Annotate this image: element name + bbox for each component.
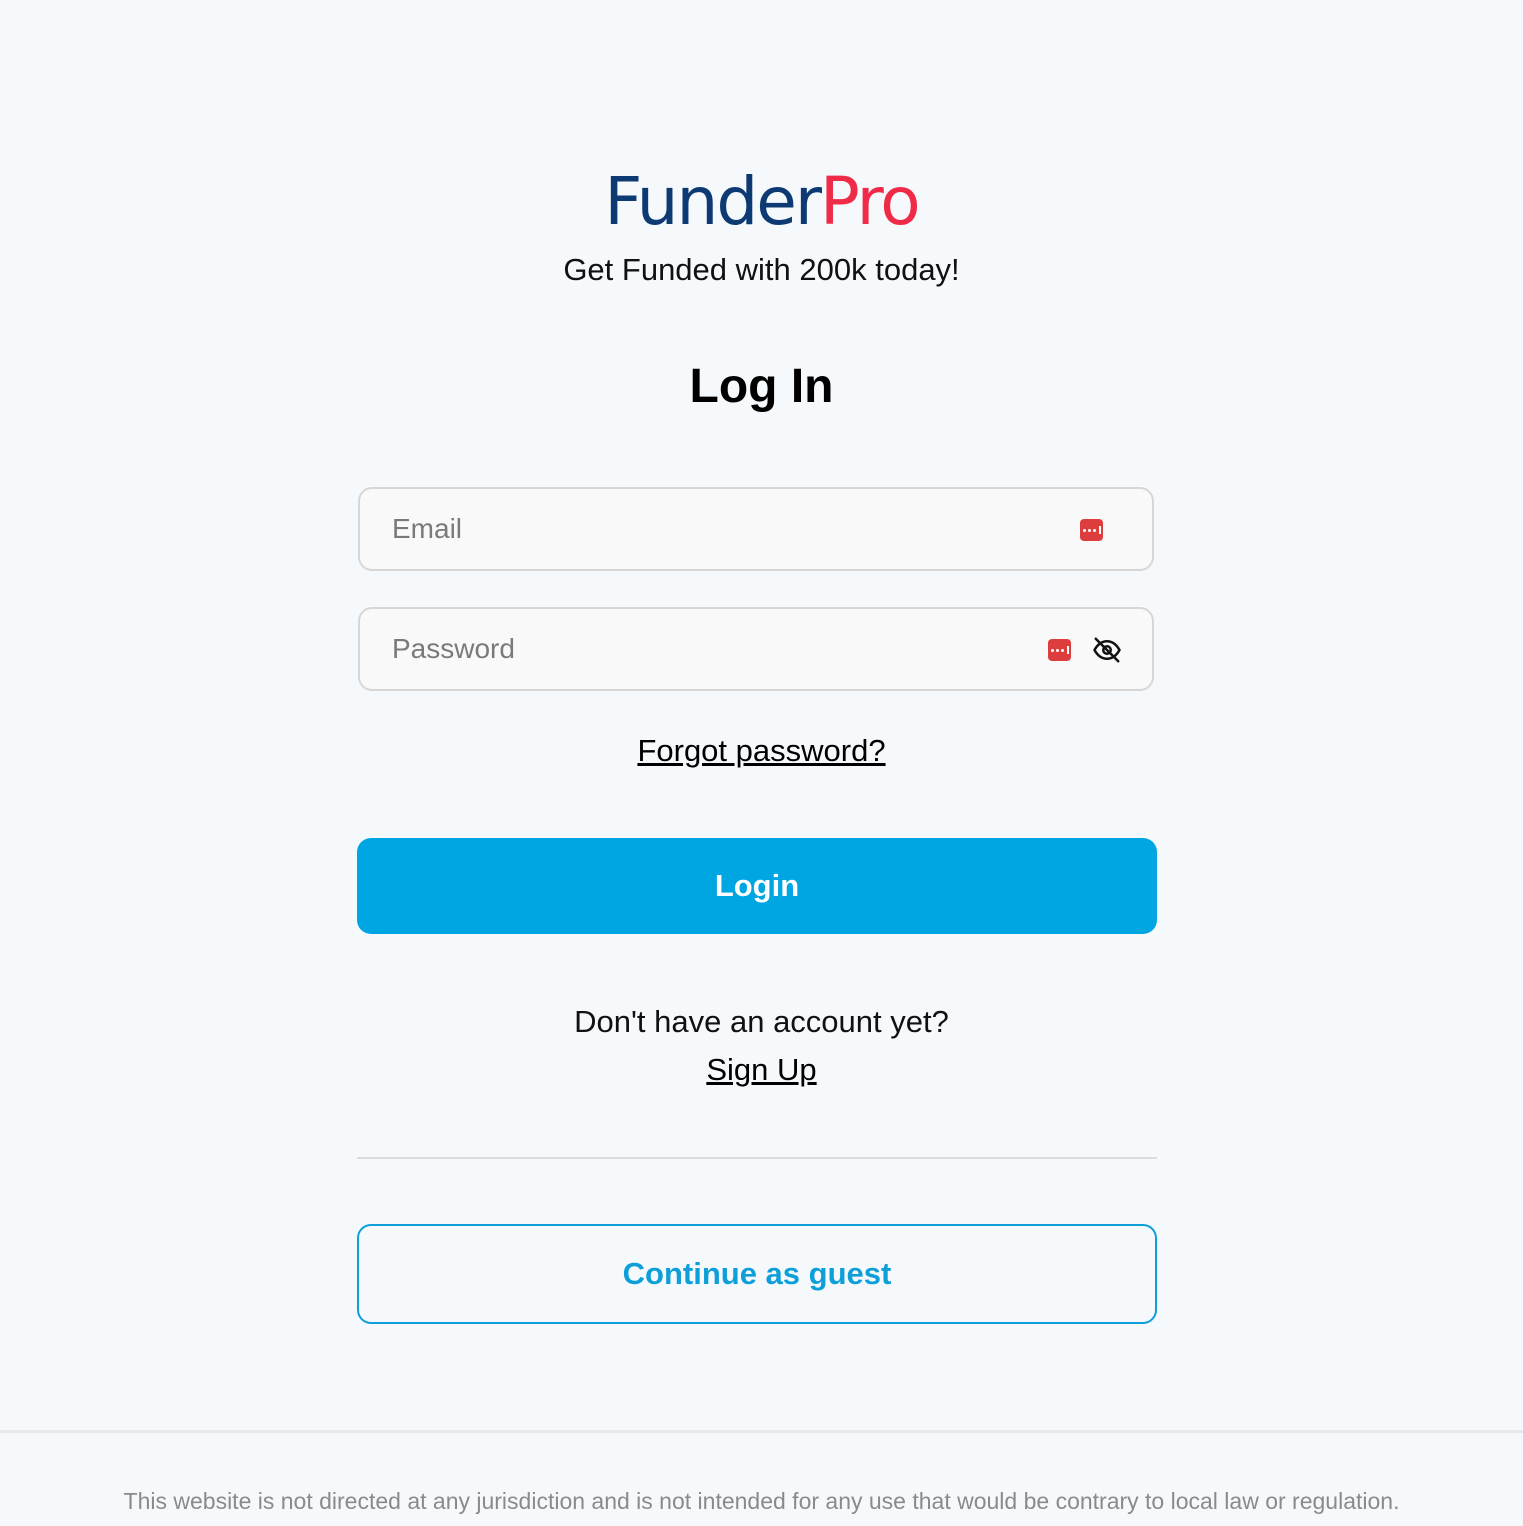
password-input[interactable] (392, 609, 1032, 689)
tagline: Get Funded with 200k today! (563, 252, 960, 287)
password-manager-icon[interactable] (1048, 639, 1071, 661)
email-field-container (358, 487, 1154, 571)
brand-logo: FunderPro (0, 158, 1523, 246)
password-manager-icon[interactable] (1080, 519, 1103, 541)
continue-as-guest-button[interactable]: Continue as guest (357, 1224, 1157, 1324)
footer-disclaimer: This website is not directed at any juri… (123, 1488, 1400, 1514)
divider (357, 1157, 1157, 1159)
brand-name-funder: Funder (604, 163, 822, 240)
login-button[interactable]: Login (357, 838, 1157, 934)
brand-name-pro: Pro (819, 163, 921, 240)
forgot-password-row: Forgot password? (0, 731, 1523, 771)
signup-prompt: Don't have an account yet? (574, 1004, 949, 1039)
eye-slash-icon[interactable] (1092, 635, 1122, 665)
password-field-container (358, 607, 1154, 691)
forgot-password-link[interactable]: Forgot password? (637, 733, 885, 768)
signup-link[interactable]: Sign Up (706, 1052, 816, 1087)
signup-row: Sign Up (0, 1050, 1523, 1090)
email-input[interactable] (392, 489, 1032, 569)
footer-divider (0, 1430, 1523, 1433)
page-title: Log In (689, 360, 834, 413)
